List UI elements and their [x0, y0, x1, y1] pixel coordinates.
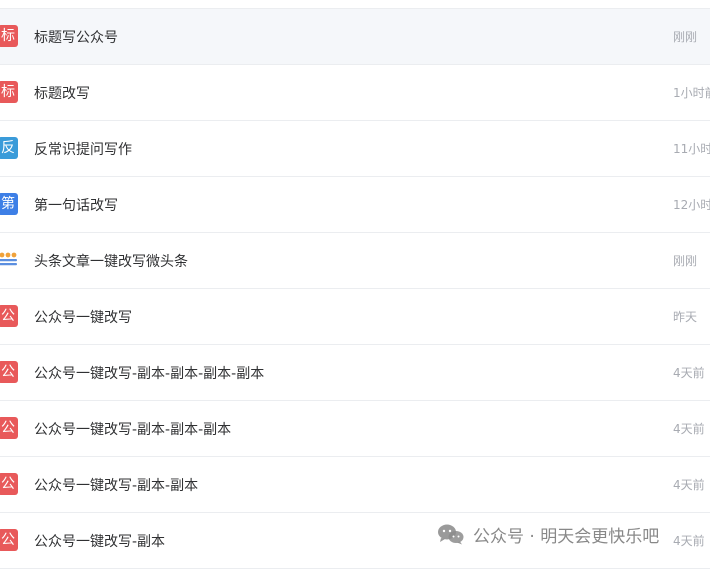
watermark: 公众号 · 明天会更快乐吧	[437, 519, 659, 549]
list-item-time: 11小时	[673, 142, 710, 156]
app-badge-icon: 第	[0, 193, 18, 215]
app-badge-icon: 公	[0, 417, 18, 439]
list-item-title: 公众号一键改写-副本-副本-副本	[34, 422, 232, 438]
list-item-title: 头条文章一键改写微头条	[34, 254, 188, 270]
app-badge-icon: 公	[0, 473, 18, 495]
wechat-icon	[438, 524, 464, 545]
app-badge-icon: 公	[0, 529, 18, 551]
list-item-title: 公众号一键改写-副本-副本-副本-副本	[34, 366, 265, 382]
list-item-time: 4天前	[673, 534, 705, 548]
list-item-title: 公众号一键改写	[34, 310, 132, 326]
list-item[interactable]: 公 公众号一键改写-副本-副本 4天前	[0, 457, 710, 513]
list-item-time: 昨天	[673, 310, 698, 324]
list-item[interactable]: 头条文章一键改写微头条 刚刚	[0, 233, 710, 289]
app-badge-icon: 标	[0, 25, 18, 47]
app-badge-icon: 公	[0, 361, 18, 383]
app-badge-icon: 公	[0, 305, 18, 327]
list-item[interactable]: 公 公众号一键改写-副本-副本-副本 4天前	[0, 401, 710, 457]
list-item[interactable]: 标 标题写公众号 刚刚	[0, 8, 710, 65]
app-badge-icon: 标	[0, 81, 18, 103]
list-item-title: 标题改写	[34, 86, 90, 102]
list-item-title: 标题写公众号	[34, 30, 118, 46]
people-icon	[0, 249, 18, 271]
list-item[interactable]: 公 公众号一键改写 昨天	[0, 289, 710, 345]
list-item-title: 公众号一键改写-副本	[34, 534, 166, 550]
list-item-time: 4天前	[673, 478, 705, 492]
list-item-title: 反常识提问写作	[34, 142, 132, 158]
list-item-time: 刚刚	[673, 30, 698, 44]
list-item-time: 1小时前	[673, 86, 710, 100]
watermark-text: 公众号 · 明天会更快乐吧	[473, 526, 660, 547]
list-item-time: 12小时	[673, 198, 710, 212]
list-item[interactable]: 公 公众号一键改写-副本-副本-副本-副本 4天前	[0, 345, 710, 401]
app-list: 标 标题写公众号 刚刚 标 标题改写 1小时前 反 反常识提问写作 11小时 第…	[0, 8, 710, 569]
list-item-title: 第一句话改写	[34, 198, 118, 214]
list-item[interactable]: 标 标题改写 1小时前	[0, 65, 710, 121]
list-item-time: 4天前	[673, 366, 705, 380]
list-item-title: 公众号一键改写-副本-副本	[34, 478, 199, 494]
app-badge-icon: 反	[0, 137, 18, 159]
list-item-time: 刚刚	[673, 254, 698, 268]
list-item[interactable]: 第 第一句话改写 12小时	[0, 177, 710, 233]
list-item[interactable]: 反 反常识提问写作 11小时	[0, 121, 710, 177]
list-item-time: 4天前	[673, 422, 705, 436]
